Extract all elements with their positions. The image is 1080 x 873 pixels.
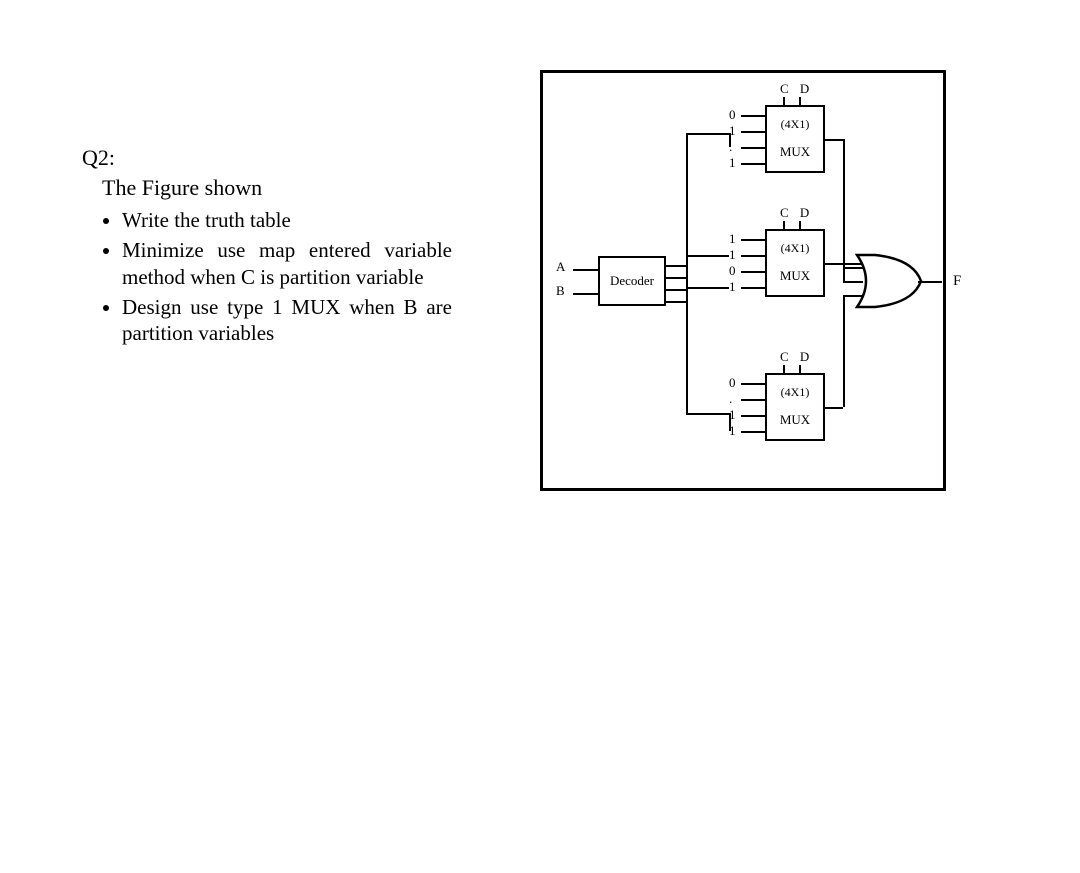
mux-name-label: MUX <box>767 144 823 160</box>
wire <box>741 431 765 433</box>
mux-block-middle: (4X1) MUX <box>765 229 825 297</box>
wire <box>741 383 765 385</box>
wire <box>843 139 845 267</box>
wire <box>666 265 686 267</box>
wire <box>783 97 785 105</box>
wire <box>666 301 686 303</box>
mux-select-label: C D <box>780 205 813 221</box>
mux-input-value: 1 <box>729 231 736 247</box>
bullet-item: Minimize use map entered variable method… <box>122 237 452 290</box>
question-subtitle: The Figure shown <box>102 175 452 201</box>
decoder-input-b-label: B <box>556 283 565 299</box>
wire <box>843 295 845 407</box>
wire <box>573 293 598 295</box>
wire <box>825 139 843 141</box>
wire <box>741 163 765 165</box>
mux-name-label: MUX <box>767 268 823 284</box>
wire <box>666 277 686 279</box>
mux-input-value: 0 <box>729 375 736 391</box>
mux-input-value: 1 <box>729 247 736 263</box>
wire <box>741 415 765 417</box>
wire <box>729 413 731 431</box>
mux-type-label: (4X1) <box>767 385 823 400</box>
wire <box>825 407 843 409</box>
wire <box>686 413 729 415</box>
wire <box>783 221 785 229</box>
mux-input-value: 1 <box>729 279 736 295</box>
question-title: Q2: <box>82 145 452 171</box>
mux-input-value: 0 <box>729 107 736 123</box>
wire <box>741 255 765 257</box>
mux-name-label: MUX <box>767 412 823 428</box>
wire <box>573 269 598 271</box>
wire <box>729 133 731 147</box>
or-gate-icon <box>855 253 925 309</box>
wire <box>741 287 765 289</box>
wire <box>686 287 729 289</box>
wire <box>666 289 686 291</box>
wire <box>741 239 765 241</box>
mux-type-label: (4X1) <box>767 117 823 132</box>
wire <box>799 221 801 229</box>
wire <box>799 365 801 373</box>
wire <box>741 399 765 401</box>
wire <box>799 97 801 105</box>
wire <box>686 133 688 413</box>
mux-input-value: 1 <box>729 155 736 171</box>
mux-block-top: (4X1) MUX <box>765 105 825 173</box>
bullet-item: Write the truth table <box>122 207 452 233</box>
mux-select-label: C D <box>780 349 813 365</box>
wire <box>686 255 729 257</box>
wire <box>783 365 785 373</box>
wire <box>843 263 845 281</box>
mux-block-bottom: (4X1) MUX <box>765 373 825 441</box>
decoder-input-a-label: A <box>556 259 565 275</box>
output-label: F <box>953 273 961 290</box>
mux-input-value: 0 <box>729 263 736 279</box>
question-text: Q2: The Figure shown Write the truth tab… <box>82 145 452 350</box>
mux-input-value: . <box>729 391 732 407</box>
mux-select-label: C D <box>780 81 813 97</box>
wire <box>741 115 765 117</box>
bullet-item: Design use type 1 MUX when B are partiti… <box>122 294 452 347</box>
wire <box>686 133 729 135</box>
wire <box>918 281 942 283</box>
wire <box>741 147 765 149</box>
wire <box>741 131 765 133</box>
mux-type-label: (4X1) <box>767 241 823 256</box>
decoder-block: Decoder <box>598 256 666 306</box>
wire <box>741 271 765 273</box>
circuit-diagram: A B Decoder C D (4X1) MUX 0 1 . 1 <box>540 70 946 491</box>
question-bullets: Write the truth table Minimize use map e… <box>122 207 452 346</box>
